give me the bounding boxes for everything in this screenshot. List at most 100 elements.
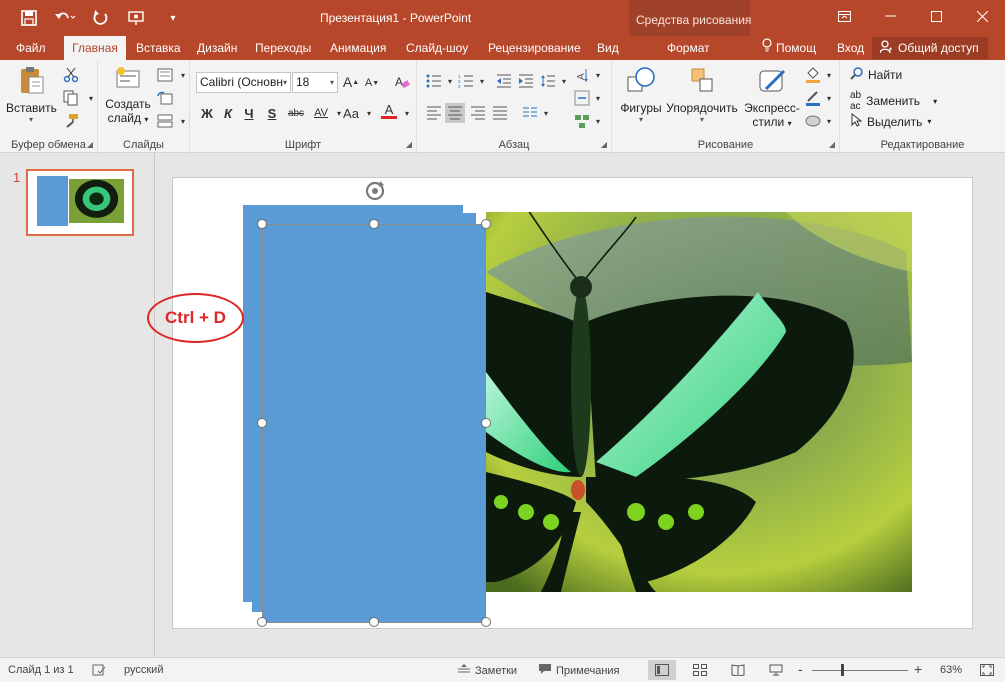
slide-thumbnail[interactable] (26, 169, 134, 236)
underline-button[interactable]: Ч (240, 104, 258, 122)
signin-link[interactable]: Вход (831, 36, 870, 60)
shape-outline-dropdown-icon[interactable]: ▾ (820, 89, 838, 107)
customize-qat-icon[interactable]: ▾ (162, 7, 184, 29)
character-spacing-button[interactable]: AV (310, 104, 332, 122)
paste-dropdown-icon[interactable]: ▾ (6, 115, 56, 124)
bold-button[interactable]: Ж (198, 104, 216, 122)
align-text-dropdown-icon[interactable]: ▾ (589, 89, 607, 107)
comments-button[interactable]: Примечания (539, 664, 620, 678)
clipboard-launcher-icon[interactable]: ◢ (87, 140, 93, 149)
layout-icon[interactable] (156, 66, 174, 84)
font-size-combo[interactable]: 18 ▾ (292, 72, 338, 93)
normal-view-icon[interactable] (648, 660, 676, 680)
resize-handle-bottom[interactable] (369, 617, 379, 627)
reading-view-icon[interactable] (731, 664, 745, 676)
redo-icon[interactable] (90, 7, 112, 29)
strikethrough-button[interactable]: abc (285, 104, 307, 122)
font-name-dropdown-icon[interactable]: ▾ (283, 73, 287, 92)
close-icon[interactable] (959, 0, 1005, 32)
zoom-slider-track[interactable] (812, 670, 908, 671)
align-right-icon[interactable] (469, 104, 487, 122)
spellcheck-icon[interactable] (92, 664, 106, 676)
resize-handle-left[interactable] (257, 418, 267, 428)
quick-styles-dropdown-icon[interactable]: ▾ (788, 119, 792, 128)
fit-to-window-icon[interactable] (980, 664, 994, 676)
resize-handle-bottom-right[interactable] (481, 617, 491, 627)
drawing-launcher-icon[interactable]: ◢ (829, 140, 835, 149)
tab-animations[interactable]: Анимация (324, 36, 392, 60)
shrink-font-icon[interactable]: A ▼ (363, 74, 381, 92)
butterfly-image[interactable] (486, 212, 912, 592)
new-slide-button[interactable]: Создать слайд ▾ (105, 65, 151, 125)
quick-styles-button[interactable]: Экспресс- стили ▾ (740, 65, 804, 129)
font-color-button[interactable]: A (380, 102, 398, 120)
reset-slide-icon[interactable] (156, 89, 174, 107)
italic-button[interactable]: К (219, 104, 237, 122)
font-size-dropdown-icon[interactable]: ▾ (330, 73, 334, 92)
tab-format[interactable]: Формат (661, 36, 716, 60)
tab-review[interactable]: Рецензирование (482, 36, 587, 60)
ribbon-display-options-icon[interactable] (821, 0, 867, 32)
resize-handle-top[interactable] (369, 219, 379, 229)
section-icon[interactable] (156, 112, 174, 130)
find-button[interactable]: Найти (850, 67, 902, 83)
resize-handle-top-left[interactable] (257, 219, 267, 229)
tab-tell-me[interactable]: Помощ (756, 36, 822, 60)
replace-button[interactable]: ab ac Заменить ▾ (850, 90, 937, 112)
shapes-button[interactable]: Фигуры ▾ (616, 65, 666, 124)
shape-fill-dropdown-icon[interactable]: ▾ (820, 66, 838, 84)
decrease-indent-icon[interactable] (495, 72, 513, 90)
share-button[interactable]: Общий доступ (872, 37, 988, 59)
rotate-handle-icon[interactable] (363, 179, 387, 203)
change-case-dropdown-icon[interactable]: ▾ (360, 104, 378, 122)
justify-icon[interactable] (491, 104, 509, 122)
paste-button[interactable]: Вставить ▾ (6, 65, 57, 124)
zoom-level[interactable]: 63% (940, 664, 962, 676)
clear-formatting-icon[interactable]: A (393, 73, 411, 91)
text-shadow-button[interactable]: S (263, 104, 281, 122)
tab-insert[interactable]: Вставка (130, 36, 187, 60)
tab-slideshow[interactable]: Слайд-шоу (400, 36, 474, 60)
language-indicator[interactable]: русский (124, 664, 163, 676)
increase-indent-icon[interactable] (517, 72, 535, 90)
font-name-combo[interactable]: Calibri (Основн ▾ (196, 72, 291, 93)
paragraph-launcher-icon[interactable]: ◢ (601, 140, 607, 149)
maximize-icon[interactable] (913, 0, 959, 32)
slide-sorter-icon[interactable] (693, 664, 707, 676)
slideshow-view-icon[interactable] (769, 664, 783, 676)
arrange-button[interactable]: Упорядочить ▾ (664, 65, 740, 124)
replace-dropdown-icon[interactable]: ▾ (933, 97, 937, 106)
new-slide-dropdown-icon[interactable]: ▾ (144, 115, 148, 124)
cut-icon[interactable] (62, 66, 80, 84)
tab-home[interactable]: Главная (64, 36, 126, 60)
line-spacing-dropdown-icon[interactable]: ▾ (555, 72, 573, 90)
tab-transitions[interactable]: Переходы (249, 36, 317, 60)
font-launcher-icon[interactable]: ◢ (406, 140, 412, 149)
zoom-out-button[interactable]: - (798, 661, 803, 677)
text-direction-dropdown-icon[interactable]: ▾ (589, 66, 607, 84)
grow-font-icon[interactable]: A ▲ (342, 73, 360, 91)
notes-button[interactable]: Заметки (458, 664, 517, 677)
smartart-dropdown-icon[interactable]: ▾ (589, 112, 607, 130)
columns-dropdown-icon[interactable]: ▾ (537, 104, 555, 122)
align-left-icon[interactable] (425, 104, 443, 122)
font-color-dropdown-icon[interactable]: ▾ (398, 104, 416, 122)
format-painter-icon[interactable] (62, 112, 80, 130)
resize-handle-top-right[interactable] (481, 219, 491, 229)
tab-design[interactable]: Дизайн (191, 36, 243, 60)
select-dropdown-icon[interactable]: ▾ (927, 117, 931, 126)
copy-icon[interactable] (62, 89, 80, 107)
undo-icon[interactable] (54, 7, 76, 29)
zoom-slider-thumb[interactable] (841, 664, 844, 676)
zoom-in-button[interactable]: + (914, 661, 922, 677)
shape-effects-dropdown-icon[interactable]: ▾ (820, 112, 838, 130)
minimize-icon[interactable] (867, 0, 913, 32)
numbering-dropdown-icon[interactable]: ▾ (473, 72, 491, 90)
start-from-beginning-icon[interactable] (126, 7, 148, 29)
save-icon[interactable] (18, 7, 40, 29)
tab-view[interactable]: Вид (591, 36, 625, 60)
tab-file[interactable]: Файл (10, 36, 52, 60)
change-case-button[interactable]: Aa (340, 104, 362, 122)
resize-handle-bottom-left[interactable] (257, 617, 267, 627)
select-button[interactable]: Выделить ▾ (850, 112, 931, 130)
